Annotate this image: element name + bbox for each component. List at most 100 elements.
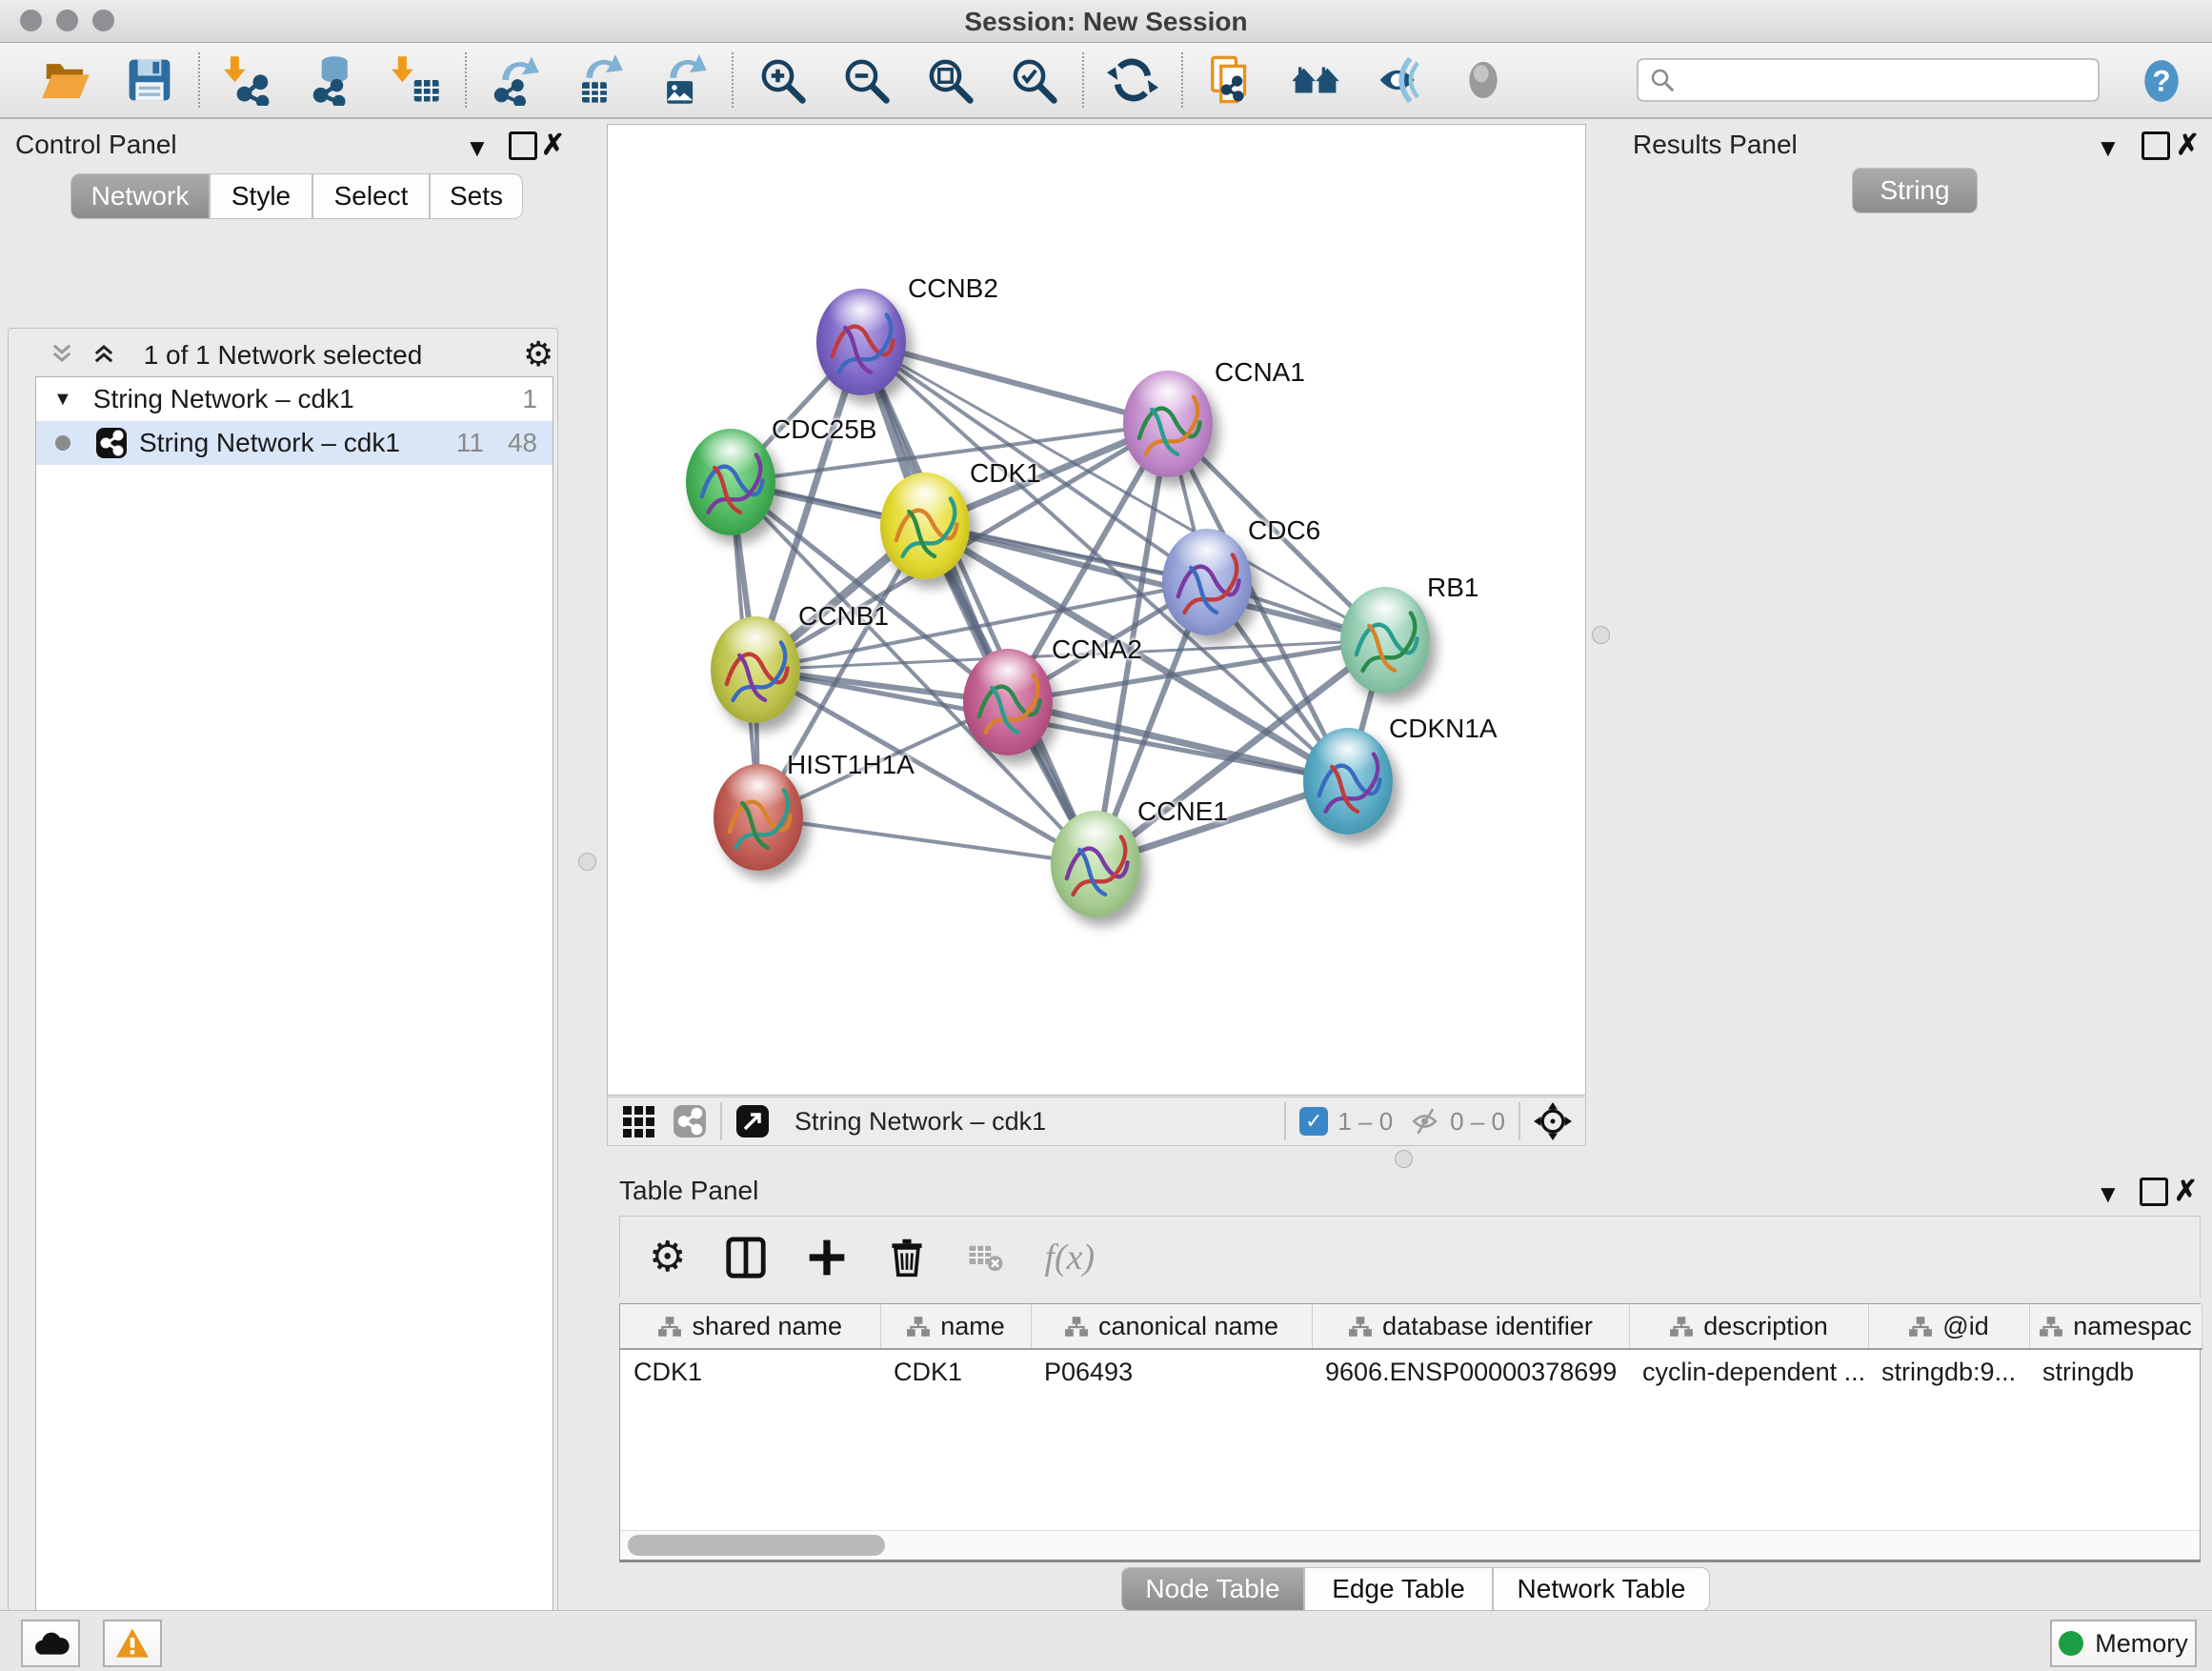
memory-button[interactable]: Memory — [2050, 1620, 2197, 1667]
left-splitter-handle[interactable] — [578, 853, 596, 871]
table-cell[interactable]: P06493 — [1031, 1349, 1312, 1394]
delete-column-icon[interactable] — [886, 1237, 928, 1278]
float-panel-icon[interactable] — [2140, 1178, 2168, 1206]
network-tree: ▼ String Network – cdk1 1 String Network… — [35, 376, 553, 1671]
close-panel-icon[interactable]: ✗ — [2176, 131, 2200, 160]
table-cell[interactable]: stringdb:9... — [1868, 1349, 2029, 1394]
network-node-ccna1[interactable] — [1123, 371, 1213, 477]
export-image-icon[interactable] — [655, 52, 711, 108]
network-node-cdkn1a[interactable] — [1303, 728, 1393, 835]
network-node-rb1[interactable] — [1340, 587, 1430, 694]
zoom-selected-icon[interactable] — [1006, 52, 1061, 108]
tab-network[interactable]: Network — [70, 173, 210, 219]
close-panel-icon[interactable]: ✗ — [541, 131, 565, 160]
bottom-splitter-handle[interactable] — [1395, 1150, 1413, 1168]
column-header-canonical-name[interactable]: canonical name — [1031, 1304, 1312, 1349]
import-table-icon[interactable] — [389, 52, 444, 108]
apply-layout-icon[interactable] — [1105, 52, 1160, 108]
network-canvas[interactable]: CCNB2 CCNA1 CDC25B CDK1 CDC6 RB1 — [607, 124, 1586, 1096]
network-list-panel: 1 of 1 Network selected ⚙ ▼ String Netwo… — [8, 328, 558, 1671]
float-panel-icon[interactable] — [2142, 131, 2170, 160]
show-columns-icon[interactable] — [724, 1236, 768, 1279]
table-cell[interactable]: CDK1 — [620, 1349, 880, 1394]
toolbar-search[interactable] — [1637, 58, 2100, 102]
collapse-panel-icon[interactable]: ▼ — [2096, 1181, 2121, 1206]
scrollbar-thumb[interactable] — [628, 1535, 885, 1556]
table-row[interactable]: CDK1CDK1P064939606.ENSP00000378699cyclin… — [620, 1349, 2202, 1394]
column-header-name[interactable]: name — [880, 1304, 1031, 1349]
selected-checkbox-icon[interactable]: ✓ — [1299, 1107, 1328, 1136]
tab-node-table[interactable]: Node Table — [1121, 1567, 1304, 1611]
network-view-icon[interactable] — [673, 1104, 707, 1138]
help-icon[interactable]: ? — [2138, 57, 2185, 105]
table-settings-gear-icon[interactable]: ⚙ — [649, 1233, 686, 1281]
table-cell[interactable]: CDK1 — [880, 1349, 1031, 1394]
network-row[interactable]: String Network – cdk1 11 48 — [36, 421, 553, 465]
network-collection-row[interactable]: ▼ String Network – cdk1 1 — [36, 377, 553, 421]
column-header-database-identifier[interactable]: database identifier — [1312, 1304, 1629, 1349]
table-cell[interactable]: cyclin-dependent ... — [1629, 1349, 1868, 1394]
table-cell[interactable]: stringdb — [2029, 1349, 2202, 1394]
title-bar: Session: New Session — [0, 0, 2212, 43]
export-network-icon[interactable] — [488, 52, 543, 108]
network-node-cdc6[interactable] — [1162, 529, 1252, 635]
tab-edge-table[interactable]: Edge Table — [1304, 1567, 1493, 1611]
add-column-icon[interactable] — [806, 1237, 848, 1278]
collapse-panel-icon[interactable]: ▼ — [2096, 135, 2121, 160]
network-from-clipboard-icon[interactable] — [1204, 52, 1259, 108]
search-input[interactable] — [1677, 65, 2081, 96]
results-panel-title: Results Panel — [1633, 130, 1798, 160]
zoom-fit-icon[interactable] — [922, 52, 977, 108]
tab-style[interactable]: Style — [210, 173, 312, 219]
hide-selected-icon[interactable] — [1372, 52, 1427, 108]
detach-view-icon[interactable] — [735, 1104, 770, 1138]
network-node-label: CCNB2 — [908, 273, 998, 304]
network-options-gear-icon[interactable]: ⚙ — [523, 334, 553, 374]
show-all-icon[interactable] — [1456, 52, 1511, 108]
birdseye-crosshair-icon[interactable] — [1534, 1102, 1572, 1140]
open-session-icon[interactable] — [38, 52, 93, 108]
import-network-icon[interactable] — [221, 52, 276, 108]
float-panel-icon[interactable] — [509, 131, 537, 160]
zoom-in-icon[interactable] — [754, 52, 810, 108]
tab-network-table[interactable]: Network Table — [1493, 1567, 1710, 1611]
column-header-shared-name[interactable]: shared name — [620, 1304, 880, 1349]
collection-count: 1 — [522, 384, 537, 414]
tab-select[interactable]: Select — [312, 173, 430, 219]
network-node-ccna2[interactable] — [963, 649, 1053, 755]
control-panel-title: Control Panel — [15, 130, 177, 160]
warnings-button[interactable] — [103, 1620, 162, 1667]
table-cell[interactable]: 9606.ENSP00000378699 — [1312, 1349, 1629, 1394]
export-table-icon[interactable] — [572, 52, 627, 108]
network-node-cdk1[interactable] — [880, 473, 970, 579]
collection-expand-icon[interactable]: ▼ — [53, 389, 72, 411]
save-session-icon[interactable] — [122, 52, 177, 108]
close-panel-icon[interactable]: ✗ — [2174, 1178, 2198, 1206]
column-header-namespac[interactable]: namespac — [2029, 1304, 2202, 1349]
network-node-ccne1[interactable] — [1051, 811, 1140, 917]
network-node-ccnb2[interactable] — [816, 289, 906, 395]
horizontal-scrollbar[interactable] — [620, 1530, 2200, 1560]
tab-string[interactable]: String — [1852, 168, 1978, 213]
network-node-cdc25b[interactable] — [686, 429, 775, 535]
network-node-ccnb1[interactable] — [711, 616, 800, 723]
function-builder-icon[interactable]: f(x) — [1044, 1237, 1095, 1278]
cloud-status-button[interactable] — [21, 1620, 80, 1667]
right-splitter-handle[interactable] — [1592, 626, 1610, 644]
hierarchy-icon — [906, 1316, 931, 1339]
grid-view-icon[interactable] — [621, 1104, 655, 1138]
home-databases-icon[interactable] — [1288, 52, 1343, 108]
network-edge — [861, 342, 1096, 864]
column-header--id[interactable]: @id — [1868, 1304, 2029, 1349]
delete-table-icon[interactable] — [966, 1238, 1006, 1278]
collapse-panel-icon[interactable]: ▼ — [465, 135, 490, 160]
tab-sets[interactable]: Sets — [430, 173, 523, 219]
current-network-dot-icon — [55, 435, 70, 451]
memory-label: Memory — [2095, 1629, 2188, 1659]
hidden-eye-icon[interactable] — [1410, 1105, 1442, 1137]
hierarchy-icon — [1348, 1316, 1373, 1339]
hidden-counts: 0 – 0 — [1450, 1107, 1505, 1137]
zoom-out-icon[interactable] — [838, 52, 894, 108]
column-header-description[interactable]: description — [1629, 1304, 1868, 1349]
import-network-from-database-icon[interactable] — [305, 52, 360, 108]
